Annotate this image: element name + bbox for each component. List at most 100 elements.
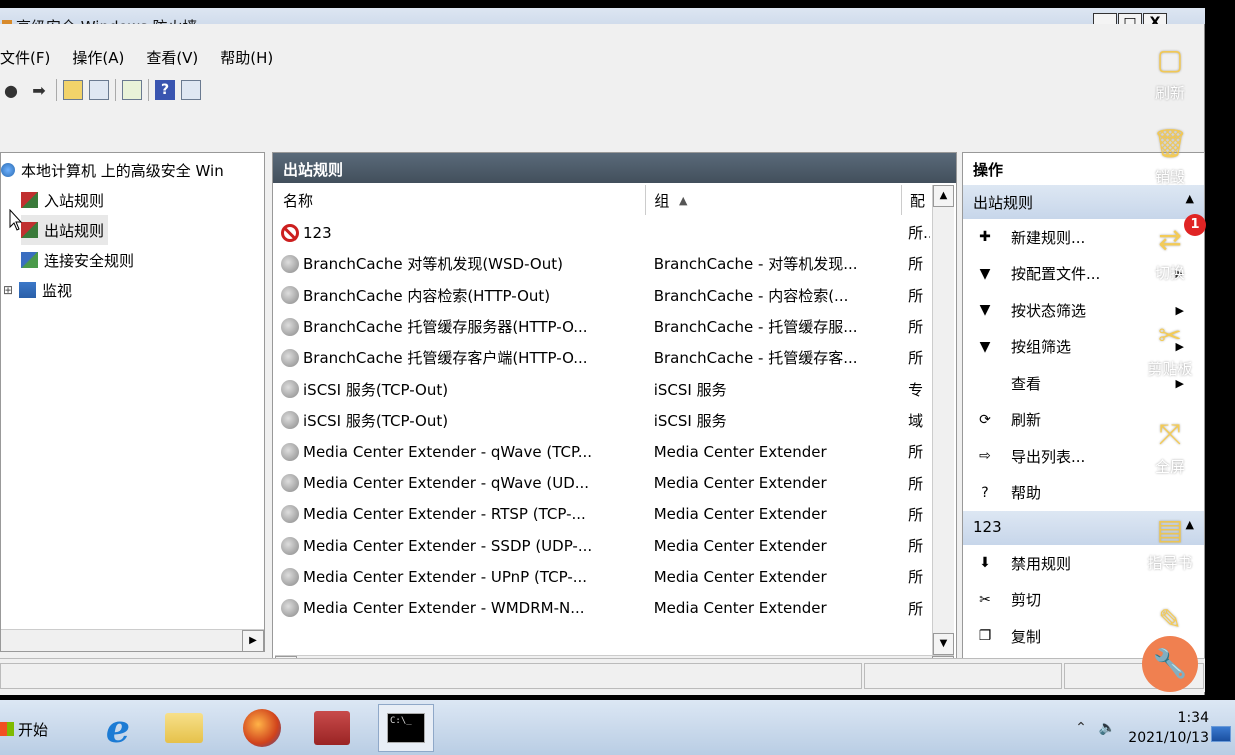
tree-item-outbound[interactable]: 出站规则 [21, 215, 109, 245]
tree-item-connection-security[interactable]: 连接安全规则 [21, 245, 134, 275]
tree-horizontal-scrollbar[interactable]: ▶ [1, 629, 264, 652]
rule-profile-cell: 所 [908, 443, 924, 462]
sidebar-clipboard[interactable]: ✂ 剪贴板 [1140, 318, 1200, 379]
up-folder-icon[interactable] [63, 80, 83, 100]
scroll-right-button[interactable]: ▶ [242, 630, 264, 652]
sidebar-destroy[interactable]: 🗑 销毁 [1140, 126, 1200, 187]
tray-expand-icon[interactable]: ⌃ [1075, 720, 1087, 736]
volume-icon[interactable]: 🔈 [1099, 720, 1116, 736]
command-prompt-task[interactable]: C:\_ [378, 704, 434, 752]
rule-name-cell: Media Center Extender - qWave (TCP... [275, 442, 648, 461]
table-row[interactable]: Media Center Extender - qWave (UD... Medi… [275, 467, 930, 498]
notification-badge: 1 [1184, 214, 1206, 236]
show-hide-tree-icon[interactable] [89, 80, 109, 100]
menu-bar: 文件(F) 操作(A) 查看(V) 帮助(H) [0, 42, 284, 72]
table-row[interactable]: 123 所... [275, 217, 930, 248]
expand-icon[interactable]: ⊞ [3, 283, 19, 297]
menu-file[interactable]: 文件(F) [0, 47, 61, 68]
rule-group-cell: Media Center Extender [653, 567, 827, 586]
tree-root[interactable]: 本地计算机 上的高级安全 Win [1, 155, 224, 185]
rule-name-cell: BranchCache 对等机发现(WSD-Out) [275, 253, 648, 274]
rule-profile-cell: 所 [908, 474, 924, 493]
table-row[interactable]: BranchCache 对等机发现(WSD-Out) BranchCache - … [275, 248, 930, 279]
firewall-window: 文件(F) 操作(A) 查看(V) 帮助(H) ● ➡ ? 本地计算机 上的高级… [0, 24, 1205, 695]
menu-action[interactable]: 操作(A) [61, 47, 135, 68]
rule-name-cell: 123 [275, 223, 648, 242]
command-prompt-icon: C:\_ [387, 713, 425, 743]
filter-icon: ▼ [979, 265, 991, 282]
start-button[interactable]: 开始 [0, 714, 48, 744]
disabled-rule-icon [281, 411, 299, 430]
rule-profile-cell: 所... [908, 224, 930, 243]
export-list-icon[interactable] [122, 80, 142, 100]
internet-explorer-icon[interactable]: e [96, 706, 140, 751]
disabled-rule-icon [281, 317, 299, 336]
refresh-icon: ⟳ [979, 411, 991, 428]
show-action-pane-icon[interactable] [181, 80, 201, 100]
table-row[interactable]: iSCSI 服务(TCP-Out) iSCSI 服务 专 [275, 373, 930, 404]
help-icon[interactable]: ? [155, 80, 175, 100]
table-row[interactable]: Media Center Extender - qWave (TCP... Med… [275, 436, 930, 467]
column-profile[interactable]: 配 [902, 185, 930, 215]
windows-logo-icon [0, 722, 14, 736]
rule-profile-cell: 所 [908, 318, 924, 337]
show-desktop-button[interactable] [1211, 726, 1231, 742]
disabled-rule-icon [281, 536, 299, 555]
toolbar-separator [56, 79, 57, 101]
table-row[interactable]: Media Center Extender - WMDRM-N... Media … [275, 593, 930, 624]
table-row[interactable]: BranchCache 内容检索(HTTP-Out) BranchCache - … [275, 280, 930, 311]
rule-name-cell: BranchCache 托管缓存服务器(HTTP-O... [275, 316, 648, 337]
table-row[interactable]: Media Center Extender - SSDP (UDP-... Med… [275, 530, 930, 561]
tree-item-monitoring[interactable]: ⊞ 监视 [3, 275, 72, 305]
rules-rows: 123所...BranchCache 对等机发现(WSD-Out)BranchC… [275, 217, 930, 624]
rule-group-cell: Media Center Extender [653, 442, 827, 461]
server-manager-icon[interactable] [310, 708, 354, 748]
rule-name-cell: Media Center Extender - RTSP (TCP-... [275, 505, 648, 524]
sidebar-guide[interactable]: ▤ 指导书 [1140, 512, 1200, 573]
column-name[interactable]: 名称 [275, 185, 647, 215]
table-row[interactable]: BranchCache 托管缓存客户端(HTTP-O... BranchCache… [275, 342, 930, 373]
sort-ascending-icon: ▲ [678, 193, 688, 207]
outbound-rules-icon [21, 222, 38, 238]
rule-group-cell: Media Center Extender [653, 599, 827, 618]
taskbar: 开始 e C:\_ ⌃ 🔈 1:34 2021/10/13 [0, 700, 1235, 755]
table-row[interactable]: BranchCache 托管缓存服务器(HTTP-O... BranchCache… [275, 311, 930, 342]
disabled-rule-icon [281, 380, 299, 399]
rule-group-cell: BranchCache - 内容检索(... [653, 286, 849, 305]
table-row[interactable]: iSCSI 服务(TCP-Out) iSCSI 服务 域 [275, 405, 930, 436]
scroll-down-button[interactable]: ▼ [933, 633, 954, 655]
trash-icon: 🗑 [1152, 127, 1188, 160]
pen-icon: ✎ [1158, 603, 1182, 636]
toolbar: ● ➡ ? [0, 76, 201, 104]
menu-view[interactable]: 查看(V) [135, 47, 209, 68]
file-explorer-icon[interactable] [162, 708, 206, 748]
rule-profile-cell: 所 [908, 599, 924, 618]
navigation-tree: 本地计算机 上的高级安全 Win 入站规则 出站规则 连接安全规则 ⊞ 监视 ▶ [0, 152, 265, 652]
tools-wrench-button[interactable]: 🔧 [1142, 636, 1198, 692]
column-group[interactable]: 组 ▲ [646, 185, 903, 215]
rule-name-cell: BranchCache 内容检索(HTTP-Out) [275, 285, 648, 306]
mouse-cursor-icon [9, 209, 23, 231]
tree-item-inbound[interactable]: 入站规则 [21, 185, 104, 215]
rule-group-cell: BranchCache - 托管缓存客... [653, 349, 858, 368]
sidebar-fullscreen[interactable]: ⤧ 全屏 [1140, 416, 1200, 477]
fullscreen-icon: ⤧ [1158, 417, 1182, 450]
rule-profile-cell: 所 [908, 568, 924, 587]
toolbar-separator [148, 79, 149, 101]
table-row[interactable]: Media Center Extender - UPnP (TCP-... Med… [275, 561, 930, 592]
connection-security-icon [21, 252, 38, 268]
menu-help[interactable]: 帮助(H) [209, 47, 284, 68]
clipboard-icon: ✂ [1158, 319, 1182, 352]
sidebar-refresh[interactable]: ▢ 刷新 [1140, 42, 1200, 103]
block-rule-icon [281, 223, 299, 242]
status-bar [0, 658, 1205, 692]
firefox-icon[interactable] [240, 708, 284, 748]
forward-icon[interactable]: ➡ [28, 79, 50, 101]
list-vertical-scrollbar[interactable]: ▲ ▼ [932, 185, 954, 655]
back-icon[interactable]: ● [0, 79, 22, 101]
disabled-rule-icon [281, 474, 299, 493]
table-row[interactable]: Media Center Extender - RTSP (TCP-... Med… [275, 499, 930, 530]
rule-profile-cell: 域 [908, 411, 924, 430]
rule-group-cell: Media Center Extender [653, 474, 827, 493]
scroll-up-button[interactable]: ▲ [933, 185, 954, 207]
